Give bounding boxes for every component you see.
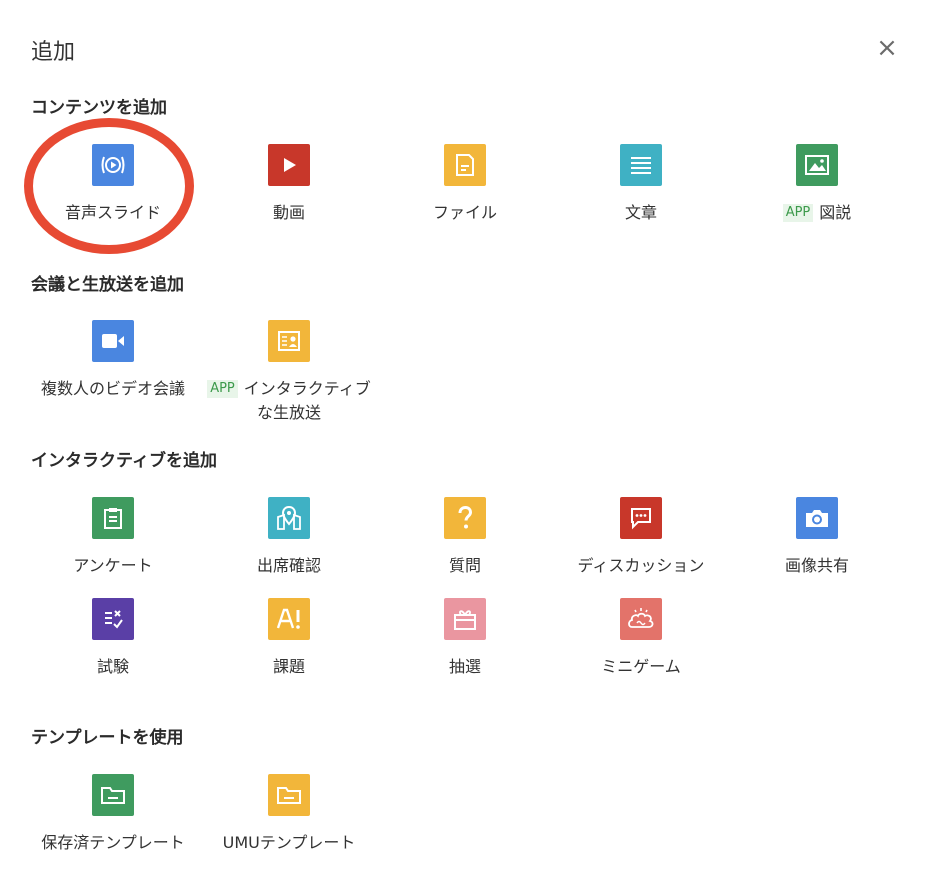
add-illustration-button[interactable]: APP 図説 <box>729 144 905 225</box>
video-camera-icon <box>92 320 134 362</box>
section-title-meeting: 会議と生放送を追加 <box>31 275 184 295</box>
add-video-meeting-button[interactable]: 複数人のビデオ会議 <box>25 320 201 401</box>
add-attendance-button[interactable]: 出席確認 <box>201 497 377 578</box>
survey-icon <box>92 497 134 539</box>
item-label: 試験 <box>96 657 129 676</box>
add-live-broadcast-button[interactable]: APP インタラクティブな生放送 <box>201 320 377 425</box>
audio-slide-icon <box>92 144 134 186</box>
app-badge: APP <box>207 380 238 398</box>
item-label: APP 図説 <box>729 201 905 225</box>
brain-game-icon <box>620 598 662 640</box>
item-label: ミニゲーム <box>601 657 681 676</box>
add-mini-game-button[interactable]: ミニゲーム <box>553 598 729 679</box>
folder-icon <box>92 774 134 816</box>
add-dialog: 追加 × コンテンツを追加 音声スライド 動画 ファイル 文章 APP 図説 会議… <box>0 0 933 892</box>
item-label: 質問 <box>448 556 481 575</box>
item-label: 文章 <box>624 203 657 222</box>
item-label: ディスカッション <box>577 556 705 575</box>
item-label: 画像共有 <box>784 556 849 575</box>
item-label: APP インタラクティブな生放送 <box>201 377 377 425</box>
app-badge: APP <box>782 204 814 222</box>
item-label: 複数人のビデオ会議 <box>40 379 185 398</box>
section-title-template: テンプレートを使用 <box>31 728 184 748</box>
section-title-interactive: インタラクティブを追加 <box>31 451 217 471</box>
question-icon <box>444 497 486 539</box>
add-file-button[interactable]: ファイル <box>377 144 553 225</box>
camera-icon <box>796 497 838 539</box>
item-label: 出席確認 <box>256 556 321 575</box>
item-label: 動画 <box>272 203 305 222</box>
live-broadcast-icon <box>268 320 310 362</box>
item-label: 課題 <box>272 657 305 676</box>
add-audio-slide-button[interactable]: 音声スライド <box>25 144 201 225</box>
item-label: 音声スライド <box>64 203 161 222</box>
folder-icon <box>268 774 310 816</box>
add-assignment-button[interactable]: 課題 <box>201 598 377 679</box>
add-article-button[interactable]: 文章 <box>553 144 729 225</box>
add-discussion-button[interactable]: ディスカッション <box>553 497 729 578</box>
file-icon <box>444 144 486 186</box>
add-question-button[interactable]: 質問 <box>377 497 553 578</box>
image-icon <box>796 144 838 186</box>
close-icon[interactable]: × <box>873 34 901 62</box>
assignment-icon <box>268 598 310 640</box>
add-survey-button[interactable]: アンケート <box>25 497 201 578</box>
add-video-button[interactable]: 動画 <box>201 144 377 225</box>
item-label: UMUテンプレート <box>222 833 356 852</box>
dialog-title: 追加 <box>31 40 76 65</box>
item-label: アンケート <box>73 556 153 575</box>
saved-template-button[interactable]: 保存済テンプレート <box>25 774 201 855</box>
section-title-content: コンテンツを追加 <box>31 98 167 118</box>
exam-icon <box>92 598 134 640</box>
add-lottery-button[interactable]: 抽選 <box>377 598 553 679</box>
item-label: ファイル <box>432 203 497 222</box>
item-label: 保存済テンプレート <box>41 833 185 852</box>
video-play-icon <box>268 144 310 186</box>
gift-icon <box>444 598 486 640</box>
item-label: 抽選 <box>448 657 481 676</box>
add-image-share-button[interactable]: 画像共有 <box>729 497 905 578</box>
add-exam-button[interactable]: 試験 <box>25 598 201 679</box>
chat-icon <box>620 497 662 539</box>
article-icon <box>620 144 662 186</box>
map-pin-icon <box>268 497 310 539</box>
umu-template-button[interactable]: UMUテンプレート <box>201 774 377 855</box>
